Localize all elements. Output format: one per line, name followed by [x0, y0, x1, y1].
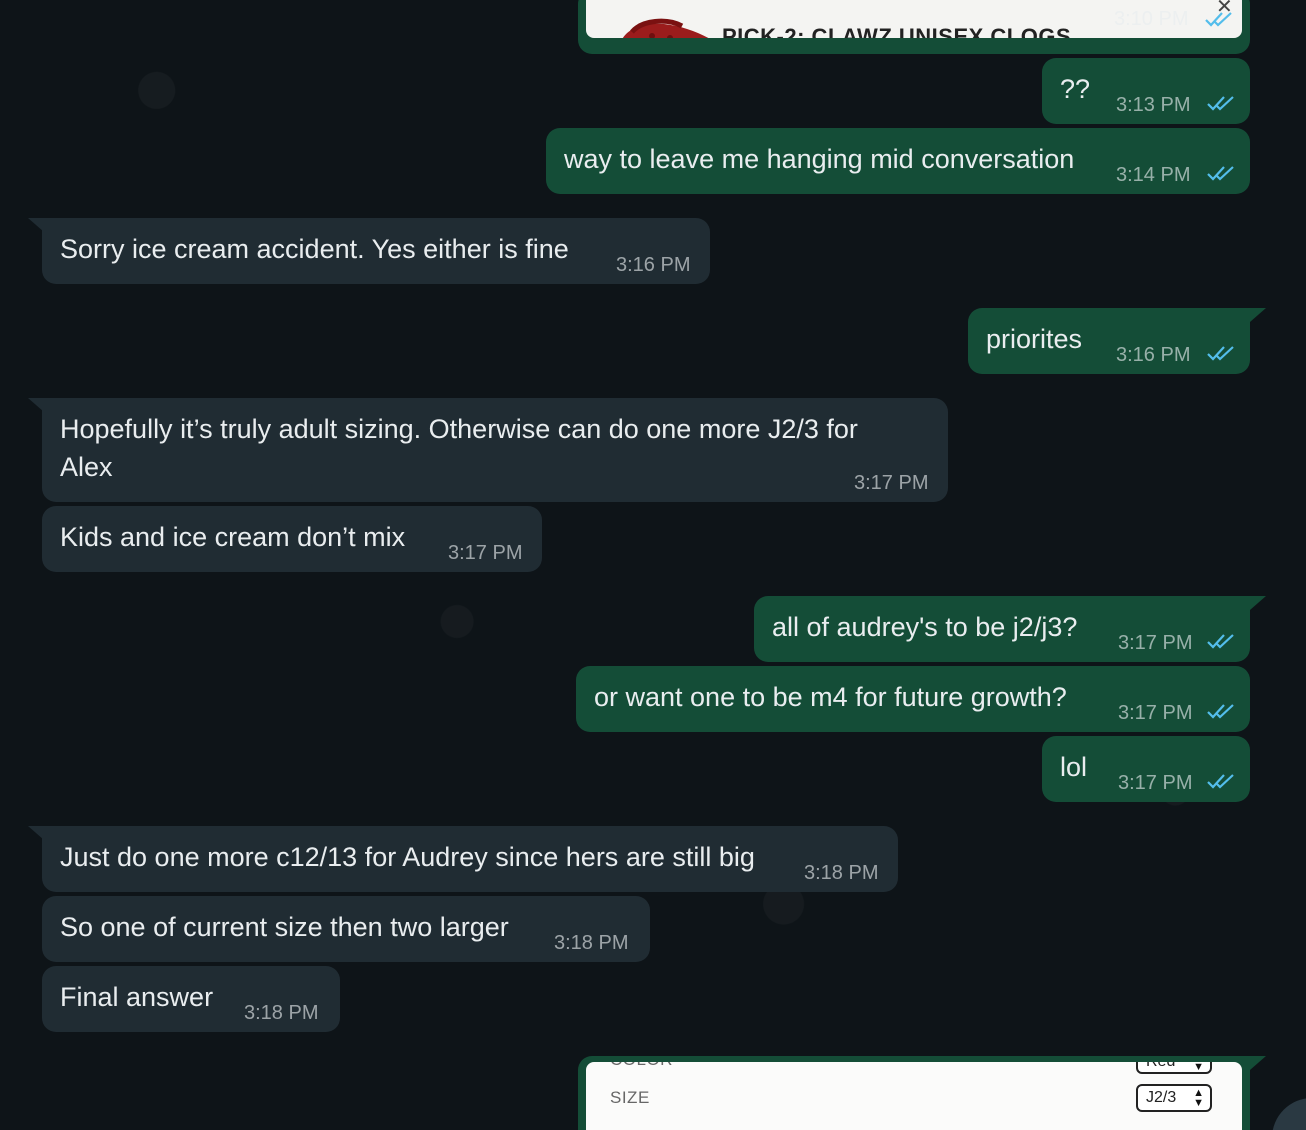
message-text: way to leave me hanging mid conversation: [564, 144, 1075, 174]
message-text-line-1: Hopefully it’s truly adult sizing. Other…: [60, 414, 858, 444]
size-select[interactable]: J2/3 ▲ ▼: [1136, 1084, 1212, 1112]
message-time: 3:10 PM: [1114, 8, 1189, 30]
color-select-value: Red: [1146, 1062, 1175, 1070]
message-time: 3:17 PM: [1118, 702, 1193, 724]
size-label: SIZE: [610, 1088, 650, 1107]
read-receipt-icon: [1207, 634, 1234, 649]
incoming-message[interactable]: Hopefully it’s truly adult sizing. Other…: [42, 398, 948, 502]
product-title: PICK-2: CLAWZ UNISEX CLOGS: [722, 24, 1072, 38]
message-time: 3:17 PM: [448, 542, 523, 564]
product-options-panel: COLOR Red ▲▼ SIZE J2/3 ▲▼: [586, 1062, 1242, 1130]
message-text: or want one to be m4 for future growth?: [594, 682, 1067, 712]
message-time: 3:18 PM: [804, 862, 879, 884]
read-receipt-icon: [1207, 166, 1234, 181]
message-time: 3:16 PM: [616, 254, 691, 276]
read-receipt-icon: [1207, 346, 1234, 361]
message-text: priorites: [986, 324, 1083, 354]
read-receipt-icon: [1205, 12, 1232, 27]
message-text: Just do one more c12/13 for Audrey since…: [60, 842, 755, 872]
outgoing-message[interactable]: all of audrey's to be j2/j3? 3:17 PM: [754, 596, 1250, 662]
read-receipt-icon: [1207, 96, 1234, 111]
bubble-tail: [1250, 308, 1266, 322]
outgoing-message[interactable]: ?? 3:13 PM: [1042, 58, 1250, 124]
product-card-message[interactable]: PICK-2: CLAWZ UNISEX CLOGS ✕ 3:10 PM: [578, 0, 1250, 54]
message-text: Kids and ice cream don’t mix: [60, 522, 406, 552]
product-options-card[interactable]: COLOR Red ▲▼ SIZE J2/3 ▲▼: [578, 1056, 1250, 1130]
bubble-tail: [1250, 596, 1266, 610]
outgoing-message[interactable]: priorites 3:16 PM: [968, 308, 1250, 374]
message-time: 3:18 PM: [244, 1002, 319, 1024]
message-time: 3:14 PM: [1116, 164, 1191, 186]
size-select-value: J2/3: [1146, 1089, 1177, 1106]
outgoing-message[interactable]: lol 3:17 PM: [1042, 736, 1250, 802]
message-text: So one of current size then two larger: [60, 912, 509, 942]
incoming-message[interactable]: Kids and ice cream don’t mix 3:17 PM: [42, 506, 542, 572]
incoming-message[interactable]: Sorry ice cream accident. Yes either is …: [42, 218, 710, 284]
outgoing-message[interactable]: or want one to be m4 for future growth? …: [576, 666, 1250, 732]
incoming-message[interactable]: So one of current size then two larger 3…: [42, 896, 650, 962]
clog-product-image: [623, 18, 709, 38]
message-text-line-2: Alex: [60, 452, 113, 482]
message-time: 3:13 PM: [1116, 94, 1191, 116]
message-time: 3:16 PM: [1116, 344, 1191, 366]
message-time: 3:17 PM: [1118, 632, 1193, 654]
outgoing-message[interactable]: way to leave me hanging mid conversation…: [546, 128, 1250, 194]
select-arrows-icon: ▲▼: [1193, 1062, 1204, 1073]
color-select[interactable]: Red ▲▼: [1136, 1062, 1212, 1074]
color-label: COLOR: [610, 1062, 673, 1070]
message-time: 3:17 PM: [854, 472, 929, 494]
scroll-down-button[interactable]: [1272, 1098, 1306, 1130]
bubble-tail: [1250, 1056, 1266, 1070]
incoming-message[interactable]: Final answer 3:18 PM: [42, 966, 340, 1032]
message-text: Sorry ice cream accident. Yes either is …: [60, 234, 569, 264]
incoming-message[interactable]: Just do one more c12/13 for Audrey since…: [42, 826, 898, 892]
select-arrows-icon: ▲▼: [1193, 1087, 1204, 1109]
read-receipt-icon: [1207, 704, 1234, 719]
message-text: all of audrey's to be j2/j3?: [772, 612, 1078, 642]
message-time: 3:18 PM: [554, 932, 629, 954]
chat-area[interactable]: PICK-2: CLAWZ UNISEX CLOGS ✕ 3:10 PM ?? …: [0, 0, 1306, 1130]
message-text: lol: [1060, 752, 1088, 782]
message-time: 3:17 PM: [1118, 772, 1193, 794]
message-text: ??: [1060, 74, 1091, 104]
read-receipt-icon: [1207, 774, 1234, 789]
message-text: Final answer: [60, 982, 214, 1012]
